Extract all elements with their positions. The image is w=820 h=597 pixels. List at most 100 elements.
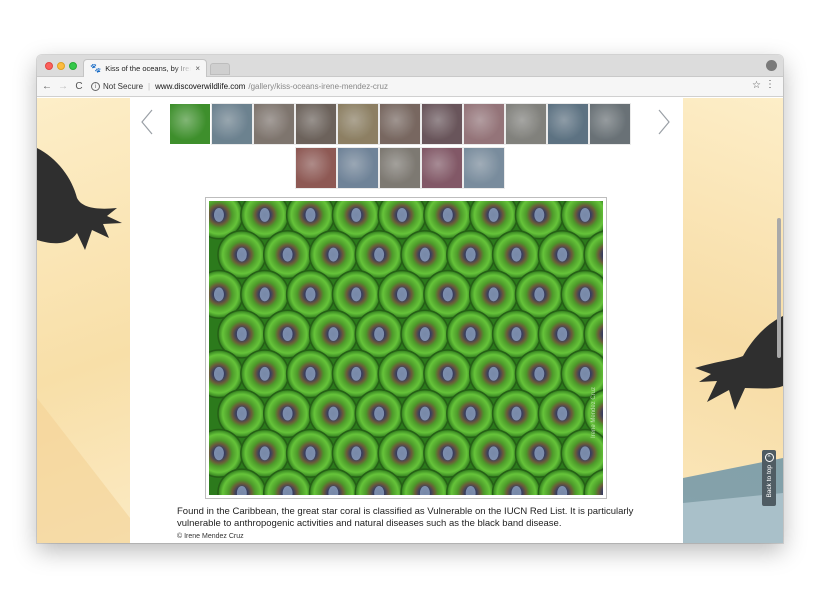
polyp-mouth: [557, 327, 568, 342]
address-bar[interactable]: i Not Secure | www.discoverwildlife.com /…: [91, 79, 731, 95]
polyp-mouth: [511, 327, 522, 342]
polyp-mouth: [282, 247, 293, 262]
browser-menu-icon[interactable]: ⋮: [765, 79, 775, 90]
gallery-thumbnail[interactable]: [337, 147, 379, 189]
left-decoration: [37, 98, 130, 543]
gallery-thumbnail[interactable]: [421, 147, 463, 189]
url-host: www.discoverwildlife.com: [155, 82, 246, 91]
gallery-thumbnail[interactable]: [421, 103, 463, 145]
polyp-mouth: [305, 366, 316, 381]
close-tab-icon[interactable]: ×: [195, 64, 200, 73]
polyp-mouth: [397, 207, 407, 222]
photo-watermark: Irene Mendez Cruz: [591, 386, 597, 438]
polyp-mouth: [351, 207, 362, 222]
polyp-mouth: [580, 207, 591, 222]
gallery-thumbnail[interactable]: [337, 103, 379, 145]
forward-button[interactable]: →: [57, 81, 69, 92]
browser-tab[interactable]: 🐾 Kiss of the oceans, by Irene M ×: [83, 59, 207, 77]
polyp-mouth: [419, 247, 430, 262]
gallery-thumbnail[interactable]: [547, 103, 589, 145]
polyp-mouth: [580, 446, 591, 461]
url-path: /gallery/kiss-oceans-irene-mendez-cruz: [248, 82, 388, 91]
polyp-mouth: [534, 287, 545, 302]
polyp-mouth: [511, 406, 522, 421]
gallery-thumbnail[interactable]: [505, 103, 547, 145]
security-label: Not Secure: [103, 82, 144, 91]
polyp-mouth: [236, 406, 247, 421]
polyp-mouth: [442, 446, 453, 461]
gallery-thumbnail[interactable]: [169, 103, 211, 145]
info-icon[interactable]: i: [91, 82, 100, 91]
photo-credit: © Irene Mendez Cruz: [177, 533, 244, 540]
back-button[interactable]: ←: [41, 81, 53, 92]
polyp-mouth: [534, 366, 545, 381]
maximize-window-button[interactable]: [69, 62, 77, 70]
polyp-mouth: [534, 446, 545, 461]
polyp-mouth: [328, 406, 339, 421]
title-bar: 🐾 Kiss of the oceans, by Irene M ×: [37, 55, 783, 77]
polyp-mouth: [282, 406, 293, 421]
close-window-button[interactable]: [45, 62, 53, 70]
polyp-mouth: [213, 366, 224, 381]
gallery-thumbnail[interactable]: [463, 147, 505, 189]
polyp-mouth: [374, 406, 385, 421]
polyp-mouth: [442, 287, 453, 302]
gallery-thumbnail[interactable]: [379, 147, 421, 189]
polyp-mouth: [213, 446, 224, 461]
arrow-up-icon: ^: [764, 453, 774, 462]
main-photo-frame: Irene Mendez Cruz: [205, 197, 607, 499]
polyp-mouth: [419, 406, 430, 421]
polyp-mouth: [236, 247, 247, 262]
new-tab-button[interactable]: [210, 63, 230, 75]
gallery-thumbnail[interactable]: [253, 103, 295, 145]
polyp-mouth: [511, 247, 522, 262]
article-page: Irene Mendez Cruz Found in the Caribbean…: [130, 98, 683, 543]
gallery-thumbnail[interactable]: [295, 103, 337, 145]
reload-button[interactable]: C: [73, 81, 85, 92]
polyp-mouth: [213, 207, 224, 222]
photo-caption: Found in the Caribbean, the great star c…: [177, 506, 634, 529]
gallery-thumbnail[interactable]: [295, 147, 337, 189]
polyp-mouth: [488, 446, 499, 461]
coral-photo: [209, 201, 603, 495]
polyp-mouth: [259, 366, 270, 381]
bookmark-star-icon[interactable]: ☆: [752, 80, 761, 91]
polyp-mouth: [236, 327, 247, 342]
minimize-window-button[interactable]: [57, 62, 65, 70]
url-separator: |: [148, 82, 151, 91]
polyp-mouth: [397, 287, 407, 302]
polyp-mouth: [442, 366, 453, 381]
page-viewport: Irene Mendez Cruz Found in the Caribbean…: [37, 98, 783, 543]
polyp-mouth: [397, 446, 407, 461]
polyp-mouth: [328, 247, 339, 262]
polyp-mouth: [465, 406, 476, 421]
chevron-right-icon[interactable]: [657, 108, 671, 136]
polyp-mouth: [213, 287, 224, 302]
gallery-thumbnail[interactable]: [589, 103, 631, 145]
back-to-top-button[interactable]: ^ Back to top: [762, 450, 776, 506]
browser-window: 🐾 Kiss of the oceans, by Irene M × ← → C…: [37, 55, 783, 543]
paw-icon: 🐾: [90, 63, 102, 73]
polyp-mouth: [465, 247, 476, 262]
back-to-top-label: Back to top: [765, 465, 773, 498]
polyp-mouth: [305, 207, 316, 222]
polyp-mouth: [374, 247, 385, 262]
polyp-mouth: [328, 327, 339, 342]
profile-icon[interactable]: [766, 60, 777, 71]
polyp-mouth: [580, 287, 591, 302]
polyp-mouth: [259, 287, 270, 302]
scrollbar-thumb[interactable]: [777, 218, 781, 358]
chevron-left-icon[interactable]: [140, 108, 154, 136]
tab-title: Kiss of the oceans, by Irene M: [105, 64, 191, 73]
polyp-mouth: [442, 207, 453, 222]
gallery-thumbnail[interactable]: [463, 103, 505, 145]
polyp-mouth: [351, 446, 362, 461]
polyp-mouth: [305, 446, 316, 461]
polyp-mouth: [419, 327, 430, 342]
polyp-mouth: [397, 366, 407, 381]
polyp-mouth: [465, 327, 476, 342]
polyp-mouth: [557, 247, 568, 262]
gallery-thumbnail[interactable]: [211, 103, 253, 145]
polyp-mouth: [259, 207, 270, 222]
gallery-thumbnail[interactable]: [379, 103, 421, 145]
